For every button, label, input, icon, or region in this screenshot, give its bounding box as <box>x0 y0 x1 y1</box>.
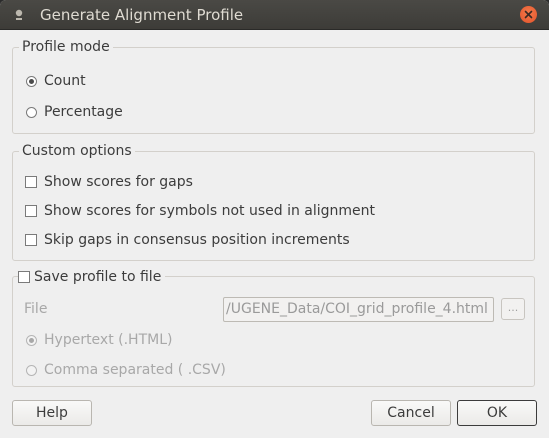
checkbox[interactable] <box>25 205 37 217</box>
ok-button[interactable]: OK <box>457 400 537 426</box>
save-profile-checkbox[interactable]: Save profile to file <box>18 267 166 287</box>
checkbox[interactable] <box>25 234 37 246</box>
skip-gaps-label: Skip gaps in consensus position incremen… <box>44 232 350 248</box>
radio-button[interactable] <box>26 106 37 118</box>
file-path-input[interactable]: /UGENE_Data/COI_grid_profile_4.html <box>223 297 494 322</box>
skip-gaps-checkbox[interactable]: Skip gaps in consensus position incremen… <box>25 230 350 250</box>
percentage-label: Percentage <box>44 104 123 120</box>
dialog-window: Generate Alignment Profile Profile mode … <box>0 0 549 438</box>
checkbox[interactable] <box>18 271 30 283</box>
close-button[interactable] <box>520 6 537 23</box>
radio-button[interactable] <box>26 75 37 87</box>
csv-format-radio[interactable]: Comma separated ( .CSV) <box>26 360 226 380</box>
csv-format-label: Comma separated ( .CSV) <box>44 362 226 378</box>
profile-mode-title: Profile mode <box>19 38 113 56</box>
file-path-value: /UGENE_Data/COI_grid_profile_4.html <box>226 301 488 317</box>
show-unused-symbols-checkbox[interactable]: Show scores for symbols not used in alig… <box>25 201 375 221</box>
html-format-label: Hypertext (.HTML) <box>44 332 173 348</box>
checkbox[interactable] <box>25 176 37 188</box>
app-icon <box>15 9 23 20</box>
window-title: Generate Alignment Profile <box>40 6 244 24</box>
close-icon <box>524 10 533 19</box>
cancel-button[interactable]: Cancel <box>371 400 451 426</box>
help-button[interactable]: Help <box>12 400 92 426</box>
show-unused-symbols-label: Show scores for symbols not used in alig… <box>44 203 376 219</box>
count-radio[interactable]: Count <box>26 71 86 91</box>
radio-button[interactable] <box>26 334 37 346</box>
show-gaps-label: Show scores for gaps <box>44 174 193 190</box>
percentage-radio[interactable]: Percentage <box>26 102 123 122</box>
file-label: File <box>24 301 48 317</box>
radio-button[interactable] <box>26 364 37 376</box>
custom-options-title: Custom options <box>19 142 135 160</box>
save-profile-label: Save profile to file <box>34 269 162 285</box>
count-label: Count <box>44 73 86 89</box>
html-format-radio[interactable]: Hypertext (.HTML) <box>26 330 172 350</box>
show-gaps-checkbox[interactable]: Show scores for gaps <box>25 172 193 192</box>
title-bar[interactable]: Generate Alignment Profile <box>0 0 549 30</box>
browse-button[interactable]: ... <box>501 298 525 320</box>
